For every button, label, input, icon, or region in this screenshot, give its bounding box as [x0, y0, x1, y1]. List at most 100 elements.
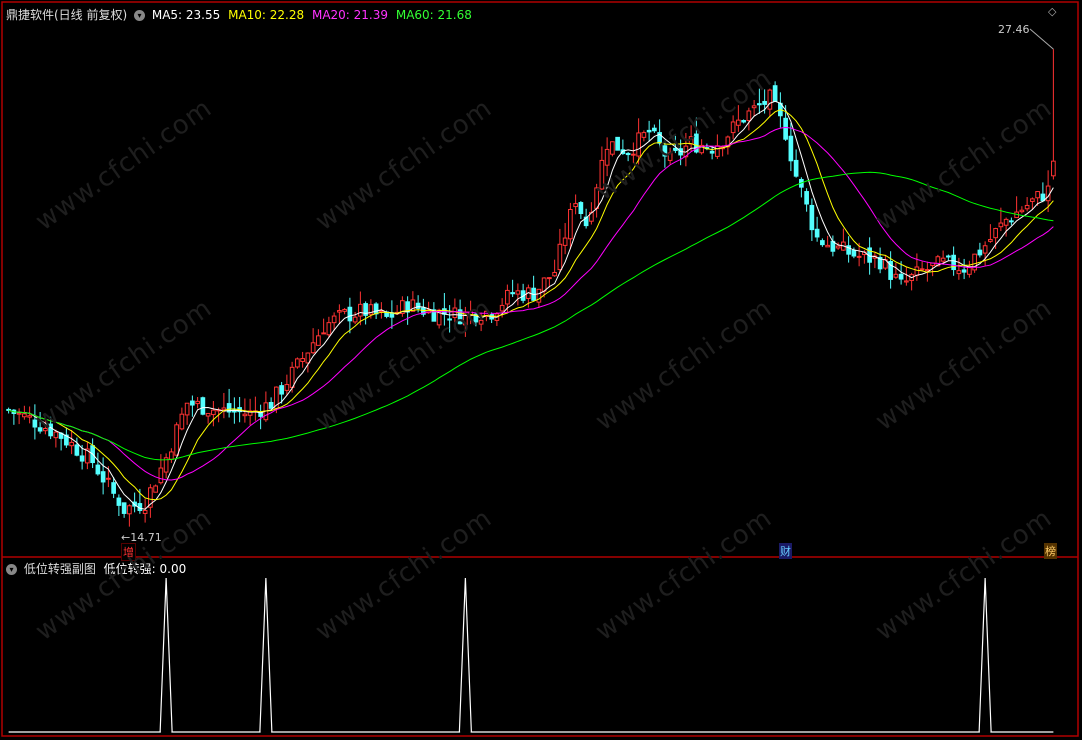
candle-123 — [652, 124, 657, 133]
candle-6 — [37, 412, 43, 434]
candle-98 — [520, 283, 526, 304]
ma5-label: MA5: 23.55 — [151, 8, 221, 22]
candle-199 — [1051, 49, 1056, 180]
candle-169 — [893, 262, 899, 280]
candle-181 — [956, 257, 962, 280]
main-chart-header: 鼎捷软件(日线 前复权) ▾ MA5: 23.55 MA10: 22.28 MA… — [6, 6, 472, 23]
tag-cai[interactable]: 财 — [779, 543, 792, 559]
stock-title: 鼎捷软件(日线 前复权) — [6, 8, 128, 22]
candle-114 — [604, 137, 610, 177]
candle-39 — [211, 401, 216, 427]
candle-83 — [442, 292, 447, 326]
candle-140 — [741, 119, 746, 124]
annotations — [1029, 28, 1054, 50]
candle-24 — [132, 492, 137, 513]
candle-100 — [531, 275, 536, 302]
candle-56 — [300, 351, 305, 368]
high-price-label: 27.46 — [998, 23, 1030, 36]
candle-179 — [946, 254, 951, 261]
tag-bang[interactable]: 榜 — [1044, 543, 1057, 559]
candle-122 — [646, 120, 652, 142]
candle-125 — [662, 140, 668, 168]
candle-26 — [142, 498, 148, 523]
candle-113 — [599, 146, 605, 191]
candle-50 — [268, 397, 274, 409]
candle-49 — [263, 391, 269, 422]
candle-12 — [69, 429, 74, 455]
candle-160 — [846, 236, 851, 263]
candle-155 — [820, 238, 825, 247]
diamond-icon[interactable]: ◇ — [1048, 5, 1056, 18]
candle-168 — [888, 251, 893, 289]
candle-55 — [295, 357, 300, 369]
candle-58 — [310, 328, 316, 355]
candle-167 — [883, 254, 888, 270]
candle-90 — [478, 312, 484, 332]
candle-107 — [568, 202, 573, 250]
candle-38 — [205, 412, 211, 424]
collapse-icon[interactable]: ▾ — [6, 564, 17, 575]
candle-185 — [977, 242, 983, 258]
candle-87 — [463, 306, 468, 337]
candle-118 — [625, 152, 631, 162]
collapse-icon[interactable]: ▾ — [134, 10, 146, 21]
candle-2 — [16, 408, 22, 425]
candle-143 — [757, 88, 762, 114]
candle-36 — [195, 396, 200, 409]
candle-156 — [825, 235, 830, 248]
candle-15 — [85, 441, 90, 470]
candle-92 — [489, 312, 494, 324]
candle-60 — [321, 318, 326, 335]
candle-151 — [799, 177, 804, 198]
candle-21 — [116, 494, 122, 516]
candle-115 — [610, 141, 615, 157]
candle-29 — [158, 454, 164, 485]
candle-126 — [667, 147, 673, 165]
candle-63 — [337, 304, 342, 325]
ma5-line — [8, 100, 1054, 510]
candle-172 — [909, 272, 914, 291]
ma20-line — [8, 126, 1054, 481]
candlestick-series — [6, 49, 1056, 527]
candle-171 — [904, 266, 909, 286]
candle-23 — [127, 504, 132, 527]
candle-47 — [253, 396, 258, 421]
ma60-line — [8, 171, 1054, 461]
candle-93 — [494, 312, 500, 326]
candle-159 — [841, 228, 846, 251]
candle-174 — [919, 261, 925, 272]
candle-134 — [709, 146, 715, 160]
candle-28 — [153, 484, 158, 493]
candle-10 — [58, 432, 64, 451]
candle-138 — [730, 115, 736, 140]
candle-104 — [552, 259, 557, 277]
candle-186 — [982, 241, 988, 266]
ma60-label: MA60: 21.68 — [395, 8, 472, 22]
candle-37 — [200, 396, 206, 416]
ma10-line — [8, 109, 1054, 501]
candle-13 — [74, 437, 80, 457]
candle-139 — [736, 105, 741, 132]
candle-197 — [1040, 182, 1046, 203]
candle-165 — [872, 252, 878, 269]
candle-193 — [1019, 206, 1025, 214]
ma20-label: MA20: 21.39 — [311, 8, 389, 22]
candle-187 — [988, 224, 993, 243]
candle-17 — [95, 452, 101, 476]
candle-85 — [452, 298, 458, 330]
candle-73 — [389, 300, 395, 329]
candle-183 — [967, 260, 972, 278]
tag-zeng[interactable]: 增 — [121, 543, 136, 561]
candle-27 — [148, 484, 153, 518]
candle-4 — [27, 406, 32, 424]
sub-indicator-series — [8, 577, 1054, 733]
candle-129 — [683, 132, 689, 167]
candle-30 — [163, 453, 169, 479]
candle-141 — [746, 107, 752, 131]
candle-31 — [169, 448, 174, 463]
candle-34 — [184, 402, 190, 425]
candle-97 — [515, 283, 521, 306]
candle-112 — [594, 183, 599, 218]
candle-106 — [562, 223, 568, 255]
candle-89 — [473, 312, 479, 327]
